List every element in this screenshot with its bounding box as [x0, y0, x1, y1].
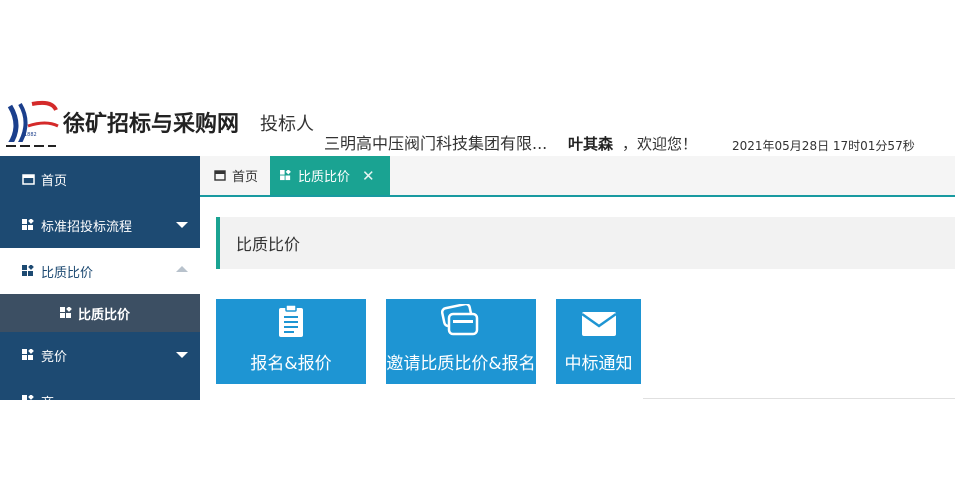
widgets-icon: [60, 306, 73, 319]
envelope-icon: [580, 310, 617, 343]
tile-award-notice[interactable]: 中标通知: [556, 299, 641, 384]
sidebar-item-label: 商…: [41, 392, 67, 401]
page-title: 比质比价: [216, 217, 955, 269]
close-icon[interactable]: ✕: [362, 167, 375, 185]
widgets-icon: [22, 348, 35, 361]
tile-label: 邀请比质比价&报名: [386, 354, 536, 374]
header: 1882 徐矿招标与采购网 投标人 三明高中压阀门科技集团有限... 叶其森 ，…: [0, 90, 955, 156]
cards-icon: [440, 302, 481, 343]
main-content: 比质比价 报名&报价 邀请比质比价&报名 中标通知: [200, 197, 955, 400]
sidebar-item-standard-bidding[interactable]: 标准招投标流程: [0, 202, 200, 248]
tile-label: 报名&报价: [250, 354, 332, 374]
divider: [643, 398, 955, 399]
role-label: 投标人: [260, 114, 314, 135]
tile-invite-comparison[interactable]: 邀请比质比价&报名: [386, 299, 536, 384]
company-name: 三明高中压阀门科技集团有限...: [324, 134, 548, 153]
svg-text:1882: 1882: [24, 132, 37, 138]
sidebar-item-label: 首页: [41, 173, 68, 189]
company-logo-icon: 1882: [2, 96, 60, 154]
sidebar-subitem-price-comparison[interactable]: 比质比价: [0, 294, 200, 332]
tile-signup-quote[interactable]: 报名&报价: [216, 299, 366, 384]
clipboard-icon: [277, 304, 305, 343]
tab-bar: 首页 比质比价 ✕: [200, 156, 955, 197]
sidebar-item-label: 标准招投标流程: [41, 219, 133, 235]
home-icon: [214, 170, 226, 181]
home-icon: [22, 173, 35, 185]
chevron-down-icon: [176, 352, 188, 358]
widgets-icon: [280, 169, 292, 181]
datetime: 2021年05月28日 17时01分57秒: [732, 139, 915, 153]
tile-label: 中标通知: [564, 354, 633, 374]
sidebar-item-auction[interactable]: 竞价: [0, 332, 200, 378]
widgets-icon: [22, 264, 35, 277]
brand-title: 徐矿招标与采购网: [63, 112, 240, 137]
sidebar: 首页 标准招投标流程 比质比价 比质比价 竞价 商…: [0, 156, 200, 400]
sidebar-item-price-comparison[interactable]: 比质比价: [0, 248, 200, 294]
sidebar-item-label: 竞价: [41, 349, 68, 365]
tab-label: 首页: [232, 170, 259, 185]
tab-label: 比质比价: [298, 170, 351, 185]
tab-home[interactable]: 首页: [204, 156, 268, 195]
sidebar-item-partial[interactable]: 商…: [0, 378, 200, 400]
chevron-down-icon: [176, 222, 188, 228]
sidebar-item-label: 比质比价: [41, 265, 94, 281]
sidebar-item-home[interactable]: 首页: [0, 156, 200, 202]
tab-price-comparison[interactable]: 比质比价 ✕: [270, 156, 390, 195]
welcome-text: ，欢迎您！: [622, 135, 698, 153]
widgets-icon: [22, 218, 35, 231]
widgets-icon: [22, 394, 35, 400]
username: 叶其森: [568, 135, 614, 153]
sidebar-subitem-label: 比质比价: [78, 307, 131, 323]
chevron-up-icon: [176, 266, 188, 272]
